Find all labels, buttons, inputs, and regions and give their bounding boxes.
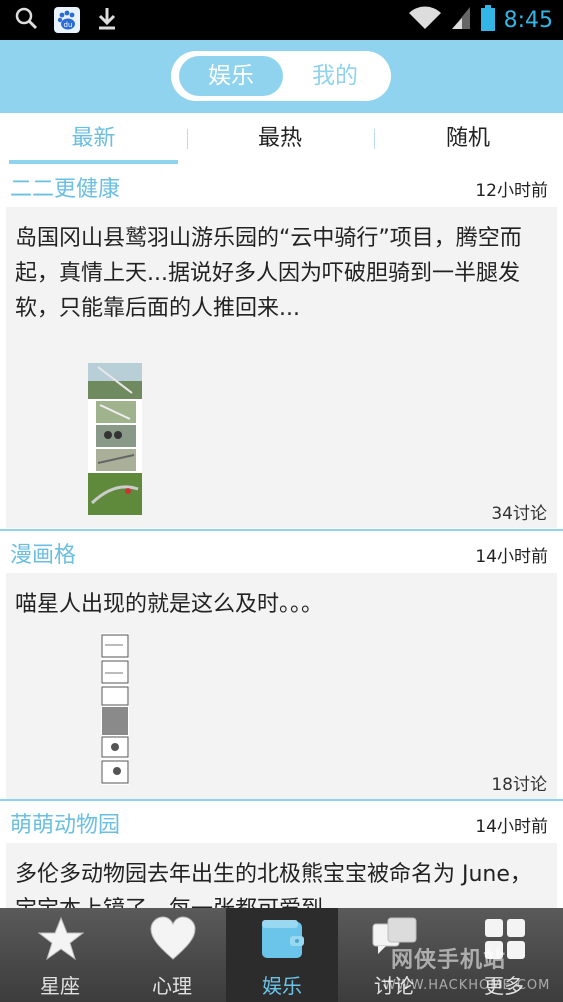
card-text: 喵星人出现的就是这么及时。。。	[15, 592, 324, 617]
watermark-url: WWW.HACKHOME.COM	[383, 978, 551, 993]
nav-label: 星座	[40, 974, 80, 998]
card-time: 14小时前	[475, 817, 548, 837]
status-time: 8:45	[503, 7, 553, 33]
card-body[interactable]: 多伦多动物园去年出生的北极熊宝宝被命名为 June，宝宝本上镜了，每一张都可爱到	[6, 843, 557, 908]
nav-item-entertainment[interactable]: 娱乐	[226, 908, 338, 1002]
tab-indicator	[9, 160, 178, 164]
segment-mine[interactable]: 我的	[285, 56, 385, 96]
top-header: 娱乐 我的	[0, 40, 563, 113]
nav-label: 心理	[152, 974, 192, 998]
watermark-text: 网侠手机站	[391, 948, 507, 973]
nav-item-constellation[interactable]: 星座	[4, 908, 116, 1002]
wallet-icon	[260, 916, 306, 962]
card-header: 漫画格 14小时前	[0, 531, 563, 573]
tab-latest[interactable]: 最新	[9, 113, 178, 165]
feed-card[interactable]: 二二更健康 12小时前 岛国冈山县鹫羽山游乐园的“云中骑行”项目，腾空而起，真情…	[0, 165, 563, 529]
search-icon	[14, 6, 38, 34]
baidu-icon: du	[54, 7, 80, 33]
tab-random[interactable]: 随机	[383, 113, 553, 165]
nav-item-psychology[interactable]: 心理	[116, 908, 228, 1002]
segment-entertainment[interactable]: 娱乐	[179, 56, 283, 96]
heart-icon	[150, 916, 196, 962]
card-text: 多伦多动物园去年出生的北极熊宝宝被命名为 June，宝宝本上镜了，每一张都可爱到	[15, 862, 532, 908]
wifi-icon	[408, 5, 442, 35]
status-bar: du 8:45	[0, 0, 563, 40]
card-source[interactable]: 二二更健康	[10, 171, 120, 203]
feed-card[interactable]: 萌萌动物园 14小时前 多伦多动物园去年出生的北极熊宝宝被命名为 June，宝宝…	[0, 801, 563, 908]
card-body[interactable]: 喵星人出现的就是这么及时。。。 18讨论	[6, 573, 557, 799]
star-icon	[37, 916, 85, 962]
comment-count[interactable]: 18讨论	[491, 770, 547, 795]
signal-icon	[450, 5, 472, 35]
card-image[interactable]	[101, 633, 129, 785]
card-time: 12小时前	[475, 181, 548, 201]
card-source[interactable]: 漫画格	[10, 537, 76, 569]
nav-label: 娱乐	[262, 974, 302, 998]
card-header: 二二更健康 12小时前	[0, 165, 563, 207]
card-header: 萌萌动物园 14小时前	[0, 801, 563, 843]
feed-list[interactable]: 二二更健康 12小时前 岛国冈山县鹫羽山游乐园的“云中骑行”项目，腾空而起，真情…	[0, 165, 563, 908]
baidu-badge-text: du	[64, 21, 73, 29]
tab-hottest[interactable]: 最热	[195, 113, 365, 165]
comment-count[interactable]: 34讨论	[491, 499, 547, 524]
feed-card[interactable]: 漫画格 14小时前 喵星人出现的就是这么及时。。。 18讨论	[0, 531, 563, 799]
sub-tabs: 最新 最热 随机	[0, 113, 563, 165]
tab-divider	[374, 129, 375, 149]
card-body[interactable]: 岛国冈山县鹫羽山游乐园的“云中骑行”项目，腾空而起，真情上天...据说好多人因为…	[6, 207, 557, 528]
battery-icon	[480, 4, 496, 36]
tab-divider	[187, 129, 188, 149]
card-image[interactable]	[88, 363, 142, 515]
card-source[interactable]: 萌萌动物园	[10, 807, 120, 839]
card-time: 14小时前	[475, 547, 548, 567]
download-icon	[96, 6, 118, 34]
card-text: 岛国冈山县鹫羽山游乐园的“云中骑行”项目，腾空而起，真情上天...据说好多人因为…	[15, 226, 522, 321]
segment-control: 娱乐 我的	[171, 51, 391, 101]
watermark: 网侠手机站 WWW.HACKHOME.COM	[353, 942, 553, 1000]
